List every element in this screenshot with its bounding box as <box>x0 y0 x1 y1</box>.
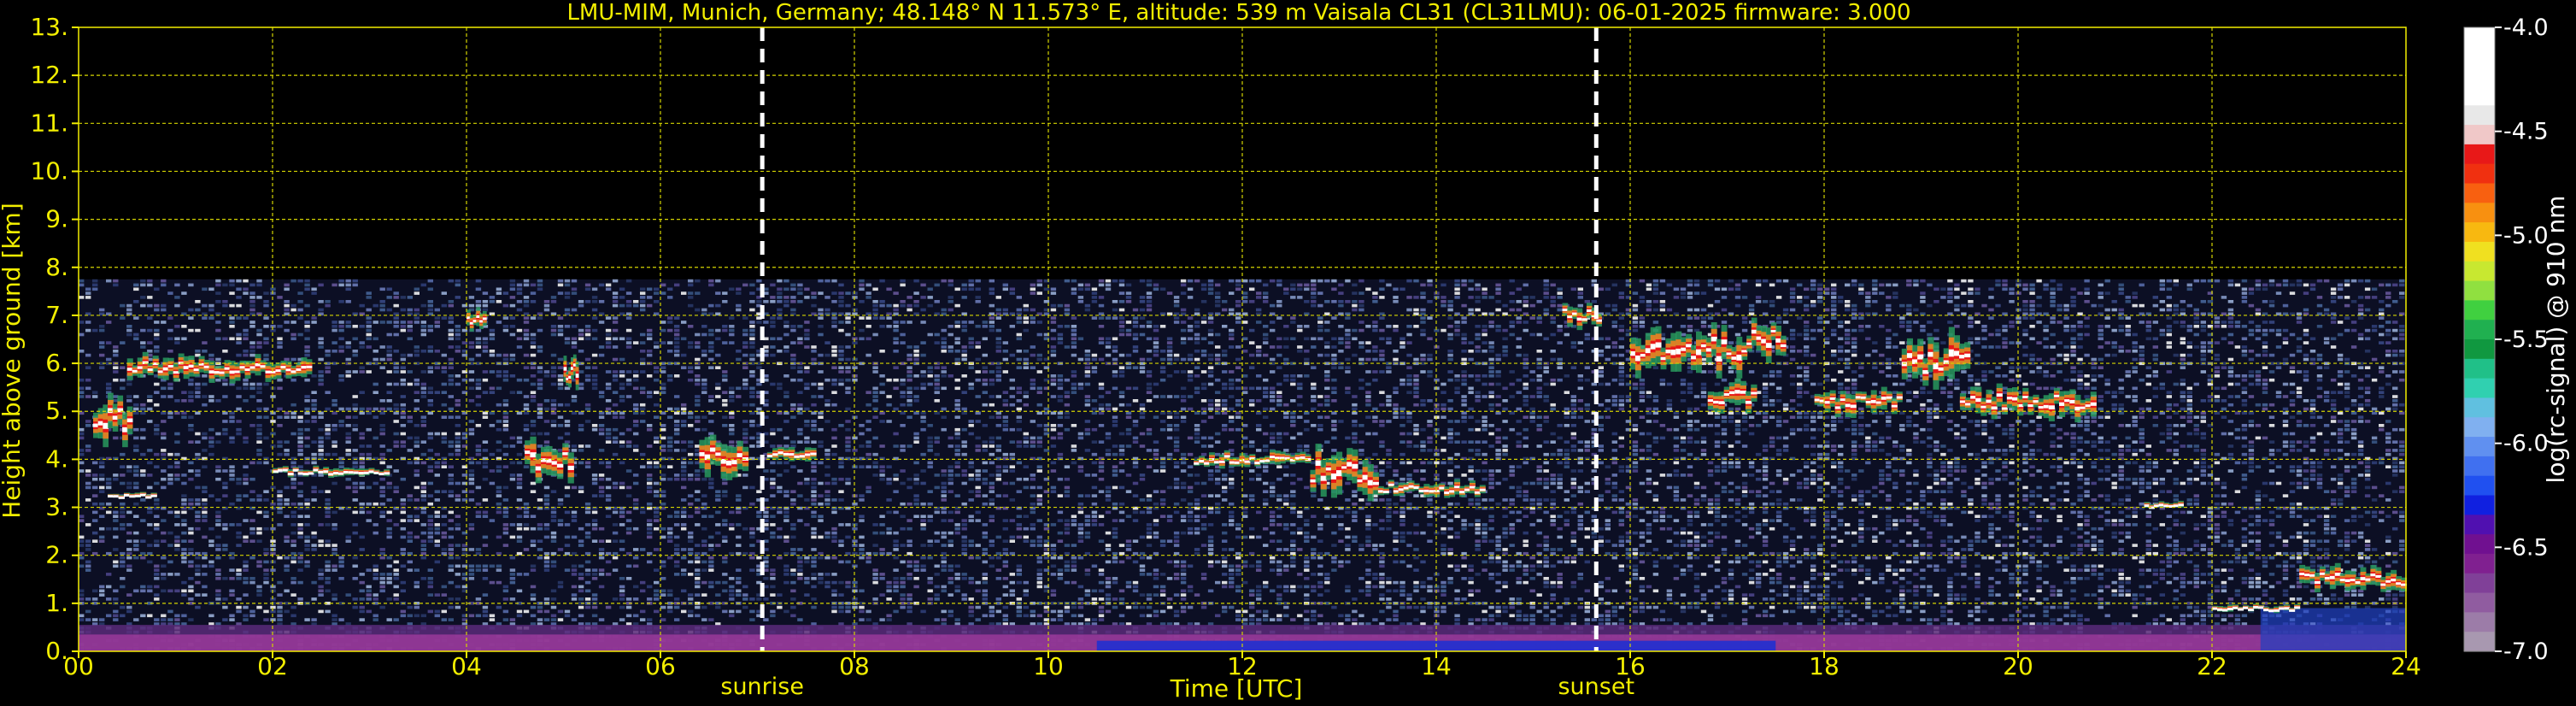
colorbar-swatch <box>2464 456 2495 477</box>
colorbar-tick-label: -4.5 <box>2503 119 2549 145</box>
x-tick-label: 14 <box>1421 652 1452 680</box>
colorbar-swatch <box>2464 203 2495 223</box>
colorbar-swatch <box>2464 475 2495 497</box>
colorbar-swatch <box>2464 144 2495 165</box>
y-tick-label: 12. <box>30 61 68 89</box>
colorbar-swatch <box>2464 378 2495 399</box>
colorbar-swatch <box>2464 553 2495 574</box>
y-tick-label: 11. <box>30 109 68 137</box>
colorbar-swatch <box>2464 46 2495 68</box>
colorbar-swatch <box>2464 66 2495 87</box>
colorbar-swatch <box>2464 397 2495 418</box>
colorbar-swatch <box>2464 85 2495 106</box>
colorbar-swatch <box>2464 163 2495 185</box>
x-tick-label: 02 <box>257 652 288 680</box>
colorbar-tick-label: -6.5 <box>2503 534 2549 561</box>
chart-title: LMU-MIM, Munich, Germany; 48.148° N 11.5… <box>566 0 1910 26</box>
y-tick-label: 2. <box>45 541 68 569</box>
colorbar-swatch <box>2464 241 2495 262</box>
colorbar-swatch <box>2464 261 2495 282</box>
annotation-label: sunrise <box>720 674 804 700</box>
colorbar-swatch <box>2464 573 2495 594</box>
colorbar-swatch <box>2464 105 2495 126</box>
colorbar-swatch <box>2464 222 2495 243</box>
colorbar-label: log(rc-signal) @ 910 nm <box>2542 196 2570 484</box>
colorbar-swatch <box>2464 417 2495 438</box>
x-tick-label: 22 <box>2197 652 2227 680</box>
colorbar-swatch <box>2464 437 2495 457</box>
x-tick-label: 06 <box>645 652 676 680</box>
x-axis-label: Time [UTC] <box>1170 674 1303 703</box>
y-axis-label: Height above ground [km] <box>0 203 26 519</box>
colorbar-swatch <box>2464 515 2495 535</box>
y-tick-label: 13. <box>30 13 68 41</box>
x-tick-label: 18 <box>1809 652 1840 680</box>
colorbar-swatch <box>2464 27 2495 48</box>
colorbar-swatch <box>2464 632 2495 652</box>
y-tick-label: 3. <box>45 493 68 521</box>
colorbar-swatch <box>2464 300 2495 321</box>
x-tick-label: 00 <box>63 652 94 680</box>
x-tick-label: 04 <box>451 652 482 680</box>
y-tick-label: 6. <box>45 349 68 377</box>
y-tick-label: 4. <box>45 444 68 473</box>
x-tick-label: 24 <box>2391 652 2421 680</box>
y-tick-label: 9. <box>45 205 68 233</box>
y-tick-label: 5. <box>45 397 68 425</box>
colorbar-swatch <box>2464 320 2495 340</box>
colorbar-swatch <box>2464 358 2495 379</box>
colorbar-tick-label: -7.0 <box>2503 638 2549 665</box>
x-tick-label: 20 <box>2003 652 2033 680</box>
x-tick-label: 10 <box>1033 652 1064 680</box>
x-tick-label: 16 <box>1615 652 1646 680</box>
x-tick-label: 08 <box>839 652 870 680</box>
ceilometer-backscatter-chart: sunrise sunset 0.1.2.3.4.5.6.7.8.9.10.11.… <box>0 0 2576 706</box>
colorbar-swatch <box>2464 534 2495 555</box>
colorbar-swatch <box>2464 495 2495 515</box>
colorbar-tick-label: -4.0 <box>2503 15 2549 41</box>
colorbar-swatch <box>2464 339 2495 360</box>
colorbar-swatch <box>2464 612 2495 632</box>
y-tick-label: 8. <box>45 253 68 281</box>
colorbar-swatch <box>2464 183 2495 203</box>
y-tick-label: 1. <box>45 589 68 617</box>
colorbar-swatch <box>2464 280 2495 301</box>
colorbar-swatch <box>2464 125 2495 145</box>
y-tick-label: 10. <box>30 156 68 185</box>
colorbar-swatch <box>2464 592 2495 613</box>
y-tick-label: 7. <box>45 301 68 329</box>
